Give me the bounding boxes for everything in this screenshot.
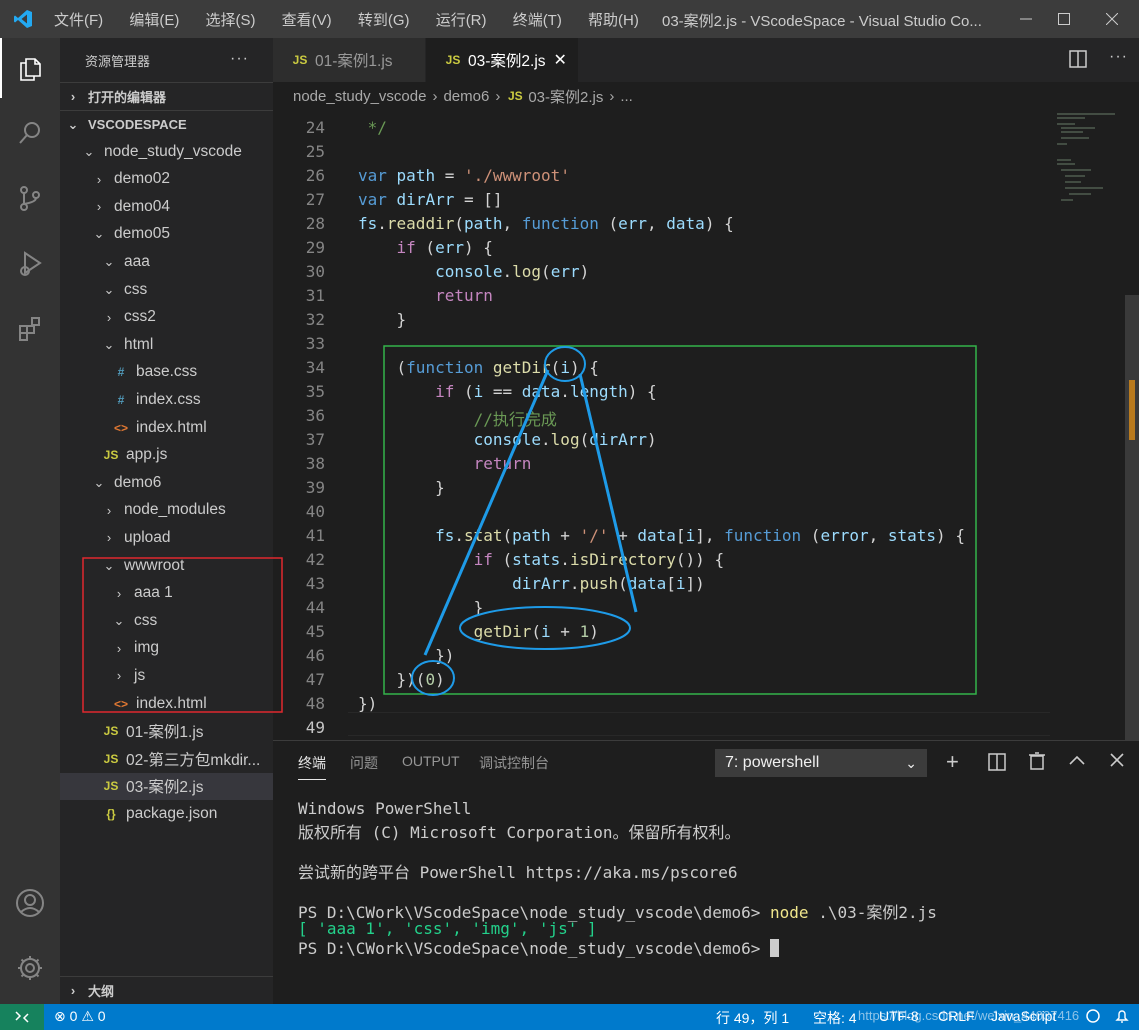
bottom-panel: 终端 问题 OUTPUT 调试控制台 7: powershell ⌄ + Win… (273, 740, 1139, 1004)
new-terminal-icon[interactable]: + (946, 749, 959, 775)
cursor-position[interactable]: 行 49，列 1 (716, 1008, 789, 1028)
error-icon: ⊗ (54, 1008, 66, 1024)
terminal-line: 版权所有 (C) Microsoft Corporation。保留所有权利。 (298, 823, 741, 842)
problems-status[interactable]: ⊗ 0 ⚠ 0 (54, 1008, 106, 1025)
status-bar: ⊗ 0 ⚠ 0 行 49，列 1 空格: 4 UTF-8 CRLF JavaSc… (0, 1004, 1139, 1030)
feedback-icon[interactable] (1085, 1008, 1101, 1027)
terminal-select-value: 7: powershell (725, 754, 820, 771)
red-highlight-box (82, 557, 283, 713)
terminal-command: node (770, 903, 809, 922)
green-highlight-box (383, 345, 977, 695)
warning-icon: ⚠ (81, 1008, 94, 1024)
terminal-line: PS D:\CWork\VScodeSpace\node_study_vscod… (298, 939, 780, 958)
maximize-panel-icon[interactable] (1069, 753, 1085, 771)
blue-circle-annotation (459, 606, 631, 650)
terminal-cursor (770, 939, 780, 957)
watermark: https://blog.csdn.net/weixin_44037416 (858, 1008, 1080, 1023)
close-panel-icon[interactable] (1110, 753, 1124, 772)
terminal-line: 尝试新的跨平台 PowerShell https://aka.ms/pscore… (298, 863, 738, 882)
tab-problems[interactable]: 问题 (350, 753, 378, 773)
blue-circle-annotation (411, 660, 455, 696)
notifications-icon[interactable] (1114, 1008, 1130, 1027)
split-terminal-icon[interactable] (988, 753, 1006, 776)
trash-icon[interactable] (1029, 752, 1045, 775)
terminal-prompt: PS D:\CWork\VScodeSpace\node_study_vscod… (298, 939, 771, 958)
terminal-output-array: [ 'aaa 1', 'css', 'img', 'js' ] (298, 919, 597, 938)
error-count: 0 (69, 1008, 78, 1024)
blue-arrow-line (578, 373, 638, 613)
remote-icon[interactable] (0, 1004, 44, 1030)
terminal-command-arg: .\03-案例2.js (818, 903, 937, 922)
tab-debug-console[interactable]: 调试控制台 (479, 753, 549, 773)
chevron-down-icon: ⌄ (905, 754, 917, 771)
tab-terminal[interactable]: 终端 (298, 753, 326, 780)
indentation[interactable]: 空格: 4 (813, 1008, 857, 1028)
terminal-line: Windows PowerShell (298, 799, 472, 818)
terminal-select[interactable]: 7: powershell ⌄ (715, 749, 927, 777)
tab-output[interactable]: OUTPUT (402, 753, 460, 769)
warning-count: 0 (97, 1008, 106, 1024)
